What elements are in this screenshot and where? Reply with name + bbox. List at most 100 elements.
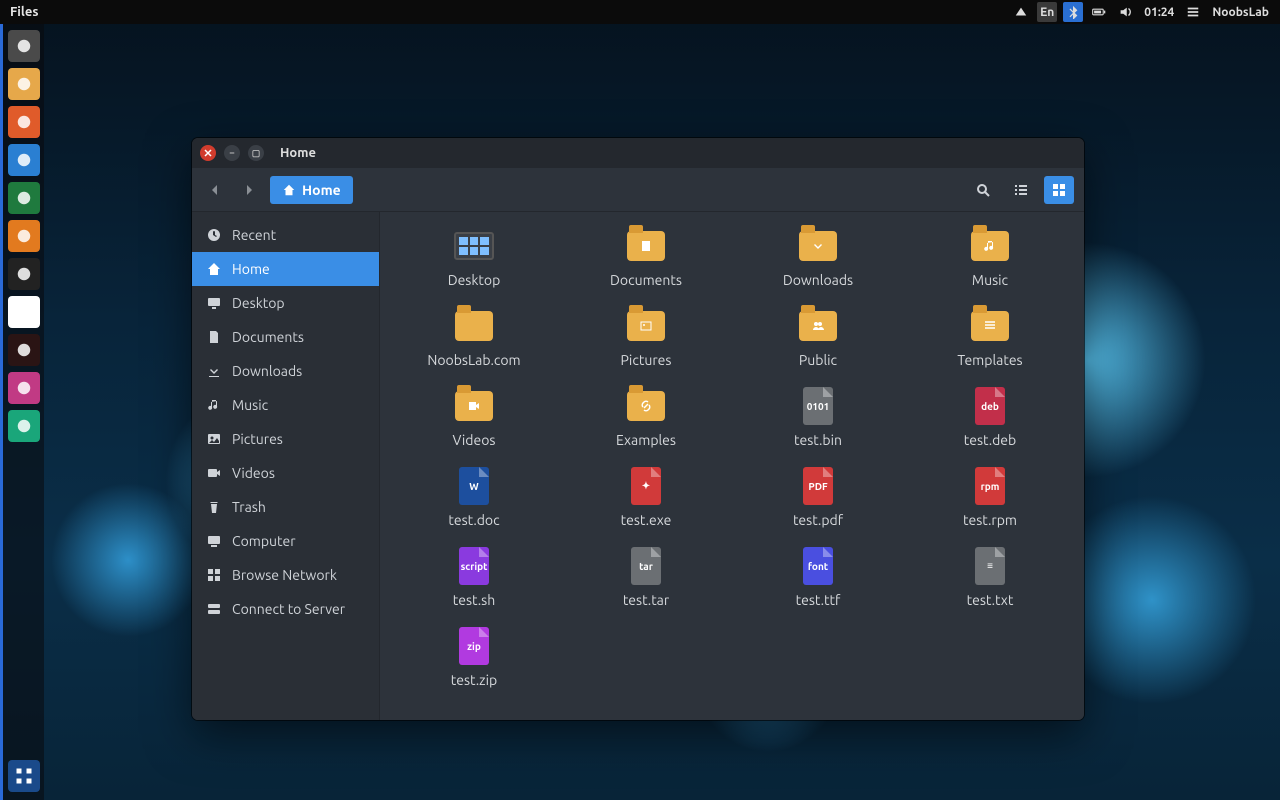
search-button[interactable] — [968, 176, 998, 204]
file-item[interactable]: ✦ test.exe — [560, 466, 732, 528]
sidebar-item-label: Videos — [232, 465, 275, 481]
calendar-icon[interactable] — [8, 182, 40, 214]
nav-back-button[interactable] — [202, 177, 228, 203]
places-sidebar: Recent Home DesktopDocuments Downloads Music… — [192, 212, 380, 720]
software-icon[interactable] — [8, 144, 40, 176]
file-name: test.rpm — [963, 512, 1017, 528]
files-window: – ▢ Home Home RecentHomeDesktopDocuments… — [192, 138, 1084, 720]
window-minimize-button[interactable]: – — [224, 145, 240, 161]
file-item[interactable]: rpmtest.rpm — [904, 466, 1076, 528]
amazon-icon[interactable] — [8, 296, 40, 328]
shield-icon[interactable] — [8, 410, 40, 442]
folder-icon — [971, 231, 1009, 261]
sidebar-item-music[interactable]: Music — [192, 388, 379, 422]
files-icon[interactable] — [8, 68, 40, 100]
sidebar-item-computer[interactable]: Computer — [192, 524, 379, 558]
toolbar: Home — [192, 168, 1084, 212]
folder-icon — [455, 311, 493, 341]
file-name: test.exe — [621, 512, 672, 528]
sidebar-item-recent[interactable]: Recent — [192, 218, 379, 252]
sidebar-item-downloads[interactable]: Downloads — [192, 354, 379, 388]
file-item[interactable]: Public — [732, 306, 904, 368]
volume-indicator[interactable] — [1115, 2, 1135, 22]
file-name: Videos — [453, 432, 496, 448]
window-maximize-button[interactable]: ▢ — [248, 145, 264, 161]
file-item[interactable]: NoobsLab.com — [388, 306, 560, 368]
file-name: Public — [799, 352, 837, 368]
record-icon[interactable] — [8, 334, 40, 366]
file-item[interactable]: Downloads — [732, 226, 904, 288]
file-item[interactable]: tartest.tar — [560, 546, 732, 608]
file-pane[interactable]: Desktop Documents Downloads Music NoobsLab.c… — [380, 212, 1084, 720]
clock[interactable]: 01:24 — [1141, 2, 1177, 22]
sidebar-item-documents[interactable]: Documents — [192, 320, 379, 354]
nav-forward-button[interactable] — [236, 177, 262, 203]
file-item[interactable]: Music — [904, 226, 1076, 288]
file-name: Downloads — [783, 272, 853, 288]
file-icon: ≡ — [975, 547, 1005, 585]
file-item[interactable]: ziptest.zip — [388, 626, 560, 688]
settings-icon[interactable] — [8, 372, 40, 404]
file-item[interactable]: Documents — [560, 226, 732, 288]
file-item[interactable]: 0101test.bin — [732, 386, 904, 448]
show-apps-icon[interactable] — [8, 760, 40, 792]
keyboard-language-indicator[interactable]: En — [1037, 2, 1057, 22]
file-item[interactable]: Pictures — [560, 306, 732, 368]
sidebar-item-label: Trash — [232, 499, 266, 515]
folder-icon — [799, 311, 837, 341]
sidebar-item-browse-network[interactable]: Browse Network — [192, 558, 379, 592]
folder-icon — [455, 391, 493, 421]
file-item[interactable]: fonttest.ttf — [732, 546, 904, 608]
file-name: test.doc — [448, 512, 499, 528]
view-grid-button[interactable] — [1044, 176, 1074, 204]
top-panel: Files En 01:24 NoobsLab — [0, 0, 1280, 24]
file-item[interactable]: ≡test.txt — [904, 546, 1076, 608]
view-list-button[interactable] — [1006, 176, 1036, 204]
file-name: test.tar — [623, 592, 669, 608]
updater-icon[interactable] — [8, 258, 40, 290]
ubuntu-logo[interactable] — [8, 30, 40, 62]
active-app-label[interactable]: Files — [0, 5, 38, 19]
breadcrumb-home[interactable]: Home — [270, 176, 353, 204]
desktop-icon — [454, 232, 494, 260]
file-item[interactable]: Desktop — [388, 226, 560, 288]
sidebar-item-pictures[interactable]: Pictures — [192, 422, 379, 456]
file-item[interactable]: debtest.deb — [904, 386, 1076, 448]
window-titlebar[interactable]: – ▢ Home — [192, 138, 1084, 168]
file-item[interactable]: Wtest.doc — [388, 466, 560, 528]
file-item[interactable]: Examples — [560, 386, 732, 448]
file-item[interactable]: Videos — [388, 386, 560, 448]
sidebar-item-home[interactable]: Home — [192, 252, 379, 286]
sidebar-item-trash[interactable]: Trash — [192, 490, 379, 524]
battery-indicator[interactable] — [1089, 2, 1109, 22]
sidebar-item-label: Home — [232, 261, 270, 277]
folder-icon — [971, 311, 1009, 341]
folder-icon — [627, 231, 665, 261]
file-item[interactable]: PDFtest.pdf — [732, 466, 904, 528]
sidebar-item-label: Downloads — [232, 363, 302, 379]
file-name: Desktop — [448, 272, 501, 288]
network-indicator[interactable] — [1011, 2, 1031, 22]
file-icon: 0101 — [803, 387, 833, 425]
file-item[interactable]: scripttest.sh — [388, 546, 560, 608]
window-close-button[interactable] — [200, 145, 216, 161]
file-name: Examples — [616, 432, 676, 448]
file-name: Music — [972, 272, 1008, 288]
sidebar-item-desktop[interactable]: Desktop — [192, 286, 379, 320]
file-item[interactable]: Templates — [904, 306, 1076, 368]
sidebar-item-label: Browse Network — [232, 567, 337, 583]
bluetooth-indicator[interactable] — [1063, 2, 1083, 22]
menu-icon[interactable] — [1183, 2, 1203, 22]
file-icon: ✦ — [631, 467, 661, 505]
sidebar-item-videos[interactable]: Videos — [192, 456, 379, 490]
file-name: test.sh — [453, 592, 495, 608]
firefox-icon[interactable] — [8, 106, 40, 138]
file-name: test.pdf — [793, 512, 843, 528]
user-menu[interactable]: NoobsLab — [1209, 2, 1272, 22]
sidebar-item-label: Recent — [232, 227, 276, 243]
file-icon: W — [459, 467, 489, 505]
charts-icon[interactable] — [8, 220, 40, 252]
file-icon: deb — [975, 387, 1005, 425]
sidebar-item-connect-to-server[interactable]: Connect to Server — [192, 592, 379, 626]
file-name: test.zip — [451, 672, 497, 688]
